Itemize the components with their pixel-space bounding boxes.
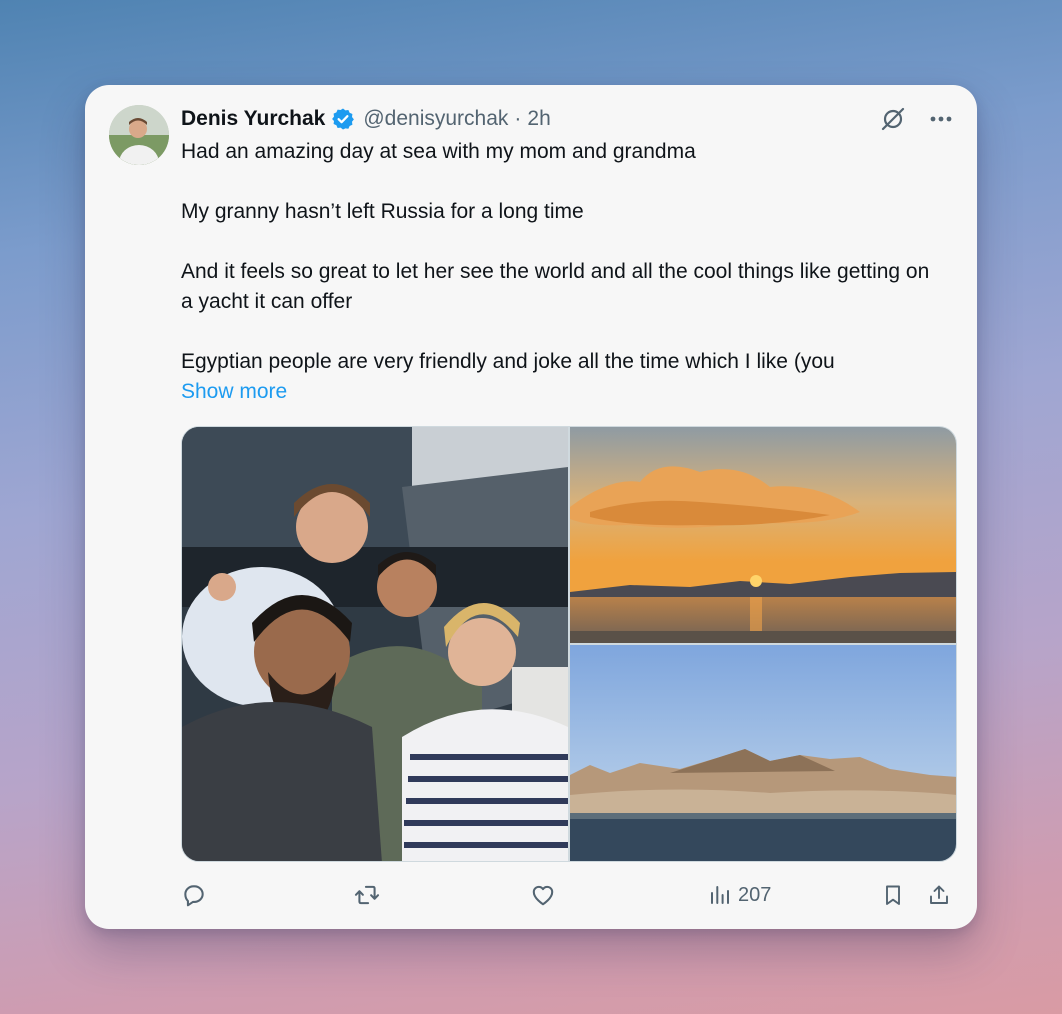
bookmark-button[interactable] <box>881 879 905 911</box>
retweet-icon <box>354 885 380 905</box>
verified-badge-icon <box>332 108 355 130</box>
tweet-text: Had an amazing day at sea with my mom an… <box>181 137 941 407</box>
views-button[interactable]: 207 <box>708 879 771 911</box>
views-count: 207 <box>738 883 772 906</box>
share-button[interactable] <box>927 879 951 911</box>
photo-sunset[interactable] <box>570 427 956 643</box>
reply-button[interactable] <box>181 879 207 911</box>
like-icon <box>532 885 554 906</box>
more-icon[interactable] <box>927 105 955 133</box>
header-separator: · <box>514 107 522 130</box>
show-more-link[interactable]: Show more <box>181 377 287 407</box>
views-icon <box>711 886 729 904</box>
tweet-top-actions <box>879 105 955 133</box>
tweet-paragraph: Had an amazing day at sea with my mom an… <box>181 140 696 163</box>
tweet-paragraph: My granny hasn’t left Russia for a long … <box>181 200 584 223</box>
grok-icon[interactable] <box>879 105 907 133</box>
share-icon <box>930 885 948 904</box>
retweet-button[interactable] <box>353 879 381 911</box>
like-button[interactable] <box>530 879 556 911</box>
bookmark-icon <box>886 885 900 905</box>
photo-desert-mountains[interactable] <box>570 645 956 861</box>
author-handle[interactable]: @denisyurchak <box>363 107 508 131</box>
author-name[interactable]: Denis Yurchak <box>181 107 325 131</box>
tweet-actions: 207 <box>181 879 957 911</box>
tweet-card: Denis Yurchak @denisyurchak · 2h Had an … <box>85 85 977 929</box>
photo-group-selfie[interactable] <box>182 427 568 861</box>
tweet-timestamp[interactable]: 2h <box>527 107 550 131</box>
tweet-header: Denis Yurchak @denisyurchak · 2h <box>181 105 551 133</box>
tweet-paragraph: And it feels so great to let her see the… <box>181 260 930 313</box>
media-grid <box>181 426 957 862</box>
avatar[interactable] <box>109 105 169 165</box>
reply-icon <box>184 885 204 907</box>
tweet-paragraph: Egyptian people are very friendly and jo… <box>181 350 835 373</box>
